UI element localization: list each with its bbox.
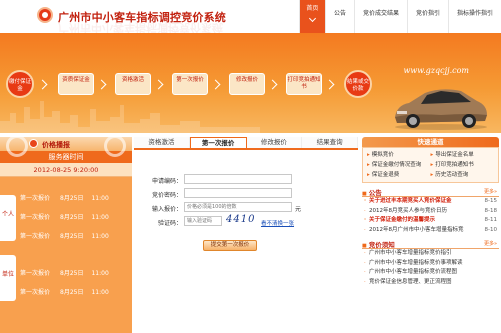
guide-section: 竞价须知 更多» 广州市中小客车增量指标竞价指引 广州市中小客车增量指标竞价事项… [362,239,499,287]
tab-activate[interactable]: 资格激活 [134,137,190,148]
guide-item[interactable]: 竞价保证金信息管理、更正流程图 [362,278,499,288]
form-row: 竞价密码： [134,187,358,201]
notice-item[interactable]: 关于进过丰本期竞买人竞价保证金8-15 [362,197,499,207]
quick-link-deposit-query[interactable]: 保证金缴付情况查询 [367,160,431,170]
tab-modify-bid[interactable]: 修改报价 [246,137,303,148]
form-row: 申请编码： [134,173,358,187]
quick-link-export-list[interactable]: 导出保证金名单 [431,150,495,160]
notice-item[interactable]: 2012年8月竞买人参与竞价日历8-18 [362,207,499,217]
first-bid-form: 申请编码： 竞价密码： 输入报价： 元 验证码： 4410 看不清换一张 [134,173,358,229]
submit-first-bid-button[interactable]: 提交第一次报价 [203,240,257,251]
schedule-row: 第一次报价 8月25日 11:00 [20,195,109,202]
guide-header: 竞价须知 更多» [362,239,499,249]
server-time: 2012-08-25 9:20:00 [0,163,132,177]
quick-link-mock-bid[interactable]: 模拟竞价 [367,150,431,160]
apply-code-label: 申请编码： [151,178,182,185]
step-result-payment: 结果或交价款 [344,70,372,98]
step-pay-deposit: 缴付保证金 [6,70,34,98]
step-first-bid: 第一次报价 [172,73,208,95]
password-label: 竞价密码： [151,192,182,199]
apply-code-input[interactable] [184,174,292,184]
guide-more-link[interactable]: 更多» [484,240,497,247]
captcha-image[interactable]: 4410 [226,214,260,227]
notice-more-link[interactable]: 更多» [484,188,497,195]
step-activate: 资格激活 [115,73,151,95]
guide-item[interactable]: 广州市中小客车增量指标竞价指引 [362,249,499,259]
price-label: 输入报价： [151,206,182,213]
city-skyline-image [0,101,260,133]
car-image [395,89,487,130]
nav-item-results[interactable]: 竞价成交结果 [353,0,407,33]
form-row: 验证码： 4410 看不清换一张 [134,214,358,229]
captcha-input[interactable] [184,216,222,226]
tab-organization[interactable]: 单位 [0,255,16,301]
step-arrow-icon [210,79,221,90]
step-deposit: 资质保证金 [58,73,94,95]
nav-item-home[interactable]: 首页 [298,0,325,33]
quick-link-refund[interactable]: 保证金退费 [367,170,431,180]
nav-item-operation-guide[interactable]: 指标操作指引 [447,0,501,33]
step-arrow-icon [267,79,278,90]
wheel-icon [104,135,126,157]
schedule-row: 第一次报价 8月25日 11:00 [20,233,109,240]
step-arrow-icon [96,79,107,90]
site-header: 广州市中小客车指标调控竞价系统 广州市中小客车指标调控竞价系统 首页 公告 竞价… [0,0,501,34]
process-banner: 缴付保证金 资质保证金 资格激活 第一次报价 修改报价 打印竞拍通知书 结果或交… [0,33,501,133]
quick-access-links: 模拟竞价 导出保证金名单 保证金缴付情况查询 打印竞拍通知书 保证金退费 历史活… [362,147,499,183]
notice-item[interactable]: 关于保证金缴付的温馨提示8-11 [362,216,499,226]
tab-individual[interactable]: 个人 [0,195,16,241]
site-domain: www.gzqcjj.com [403,66,469,75]
price-broadcast-panel: 价格播报 服务器时间 2012-08-25 9:20:00 个人 单位 第一次报… [0,135,132,333]
step-arrow-icon [324,79,335,90]
price-unit: 元 [295,206,302,213]
captcha-label: 验证码： [157,220,182,227]
clock-icon [29,139,38,148]
notice-title: 公告 [362,189,382,197]
nav-item-bid-guide[interactable]: 竞价指引 [406,0,448,33]
password-input[interactable] [184,188,292,198]
schedule-row: 第一次报价 8月25日 11:00 [20,214,109,221]
notice-item[interactable]: 2012年8月广州市中小客车增量指标竞8-10 [362,226,499,236]
step-print-notice: 打印竞拍通知书 [286,73,322,95]
step-arrow-icon [153,79,164,90]
form-row: 输入报价： 元 [134,201,358,215]
top-nav: 首页 公告 竞价成交结果 竞价指引 指标操作指引 [298,0,501,33]
schedule-row: 第一次报价 8月25日 11:00 [20,289,109,296]
guide-title: 竞价须知 [362,241,395,249]
notice-section: 公告 更多» 关于进过丰本期竞买人竞价保证金8-15 2012年8月竞买人参与竞… [362,187,499,235]
price-broadcast-title: 价格播报 [42,141,70,149]
guide-item[interactable]: 广州市中小客车增量指标竞价流程图 [362,268,499,278]
step-modify-bid: 修改报价 [229,73,265,95]
tab-first-bid[interactable]: 第一次报价 [189,137,247,148]
quick-access-title: 快速通道 [362,137,499,147]
step-arrow-icon [37,79,48,90]
notice-header: 公告 更多» [362,187,499,197]
tab-result-query[interactable]: 结果查询 [302,137,358,148]
quick-link-history[interactable]: 历史活动查询 [431,170,495,180]
bid-panel: 资格激活 第一次报价 修改报价 结果查询 申请编码： 竞价密码： 输入报价： 元… [134,137,358,333]
wheel-icon [6,135,28,157]
quick-link-print-notice[interactable]: 打印竞拍通知书 [431,160,495,170]
right-sidebar: 快速通道 模拟竞价 导出保证金名单 保证金缴付情况查询 打印竞拍通知书 保证金退… [360,137,501,333]
refresh-captcha-link[interactable]: 看不清换一张 [261,219,294,227]
nav-item-notice[interactable]: 公告 [324,0,354,33]
price-input[interactable] [184,202,292,212]
bid-tabs: 资格激活 第一次报价 修改报价 结果查询 [134,137,358,150]
logo-emblem-icon [37,7,53,23]
guide-item[interactable]: 广州市中小客车增量指标竞价事项解读 [362,259,499,269]
schedule-row: 第一次报价 8月25日 11:00 [20,270,109,277]
